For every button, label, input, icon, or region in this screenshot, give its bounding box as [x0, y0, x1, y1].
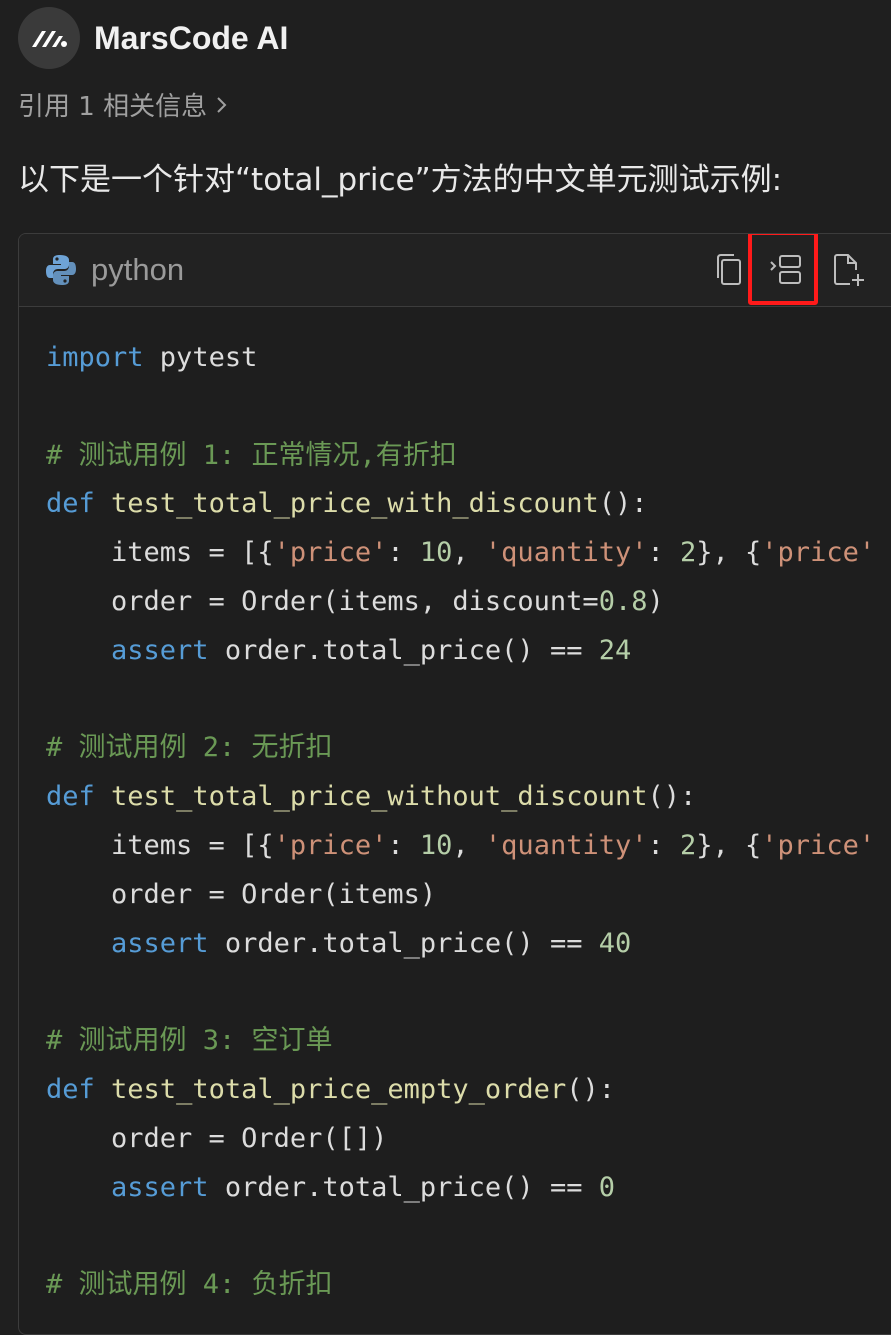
code-token: # 测试用例 1: 正常情况,有折扣: [46, 439, 457, 471]
code-token: items = [{: [46, 537, 274, 569]
code-line: items = [{'price': 10, 'quantity': 2}, {…: [46, 822, 875, 871]
code-token: ():: [598, 488, 648, 520]
code-token: :: [647, 829, 680, 861]
code-token: ():: [566, 1073, 615, 1105]
code-line: order = Order([]): [46, 1115, 875, 1164]
code-line: assert order.total_price() == 0: [46, 1164, 875, 1213]
code-content: import pytest # 测试用例 1: 正常情况,有折扣 def test_…: [46, 334, 875, 1310]
references-label: 引用 1 相关信息: [18, 92, 208, 122]
code-block: python import pytest # 测试用例 1: 正常情况,有折扣 de…: [18, 233, 891, 1335]
code-token: order = Order(items, discount=: [46, 585, 599, 617]
new-file-icon[interactable]: [829, 250, 869, 290]
code-token: test_total_price_without_discount: [111, 781, 648, 813]
code-line: order = Order(items, discount=0.8): [46, 578, 875, 627]
code-line: # 测试用例 4: 负折扣: [46, 1261, 875, 1310]
code-token: 2: [680, 829, 697, 861]
code-token: ():: [647, 781, 697, 813]
code-line: def test_total_price_without_discount():: [46, 773, 875, 822]
code-token: # 测试用例 4: 负折扣: [46, 1269, 333, 1301]
code-token: 0: [598, 1171, 615, 1203]
python-logo-icon: [43, 252, 79, 288]
code-token: ): [647, 585, 664, 617]
code-token: }, {: [696, 829, 762, 861]
marscode-logo-icon: [18, 7, 80, 69]
code-line: assert order.total_price() == 24: [46, 627, 875, 676]
code-token: 'price': [273, 829, 388, 861]
code-token: test_total_price_empty_order: [111, 1073, 567, 1105]
chevron-right-icon: [215, 94, 229, 116]
code-token: }, {: [696, 537, 762, 569]
code-line: # 测试用例 2: 无折扣: [46, 724, 875, 773]
code-token: :: [647, 537, 680, 569]
code-block-header: python: [19, 234, 891, 307]
intro-text: 以下是一个针对“total_price”方法的中文单元测试示例:: [18, 162, 783, 198]
code-line: def test_total_price_with_discount():: [46, 480, 875, 529]
code-token: ,: [452, 829, 485, 861]
insert-into-editor-icon[interactable]: [767, 250, 807, 290]
code-token: 0.8: [598, 585, 648, 617]
code-token: test_total_price_with_discount: [111, 488, 599, 520]
code-token: import: [46, 342, 144, 373]
code-line: import pytest: [46, 334, 875, 383]
code-token: # 测试用例 3: 空订单: [46, 1025, 333, 1057]
code-token: def: [46, 781, 95, 813]
code-token: order.total_price() ==: [208, 1171, 599, 1203]
code-language-label: python: [91, 252, 185, 287]
code-token: :: [387, 829, 420, 861]
code-line: def test_total_price_empty_order():: [46, 1066, 875, 1115]
code-token: pytest: [143, 342, 258, 373]
code-token: def: [46, 488, 95, 520]
assistant-name: MarsCode AI: [94, 19, 289, 56]
code-line: # 测试用例 1: 正常情况,有折扣: [46, 432, 875, 481]
code-token: order.total_price() ==: [208, 927, 599, 959]
code-token: assert: [111, 634, 209, 666]
code-token: order.total_price() ==: [208, 634, 599, 666]
references-toggle[interactable]: 引用 1 相关信息: [18, 86, 229, 123]
code-token: assert: [111, 927, 209, 959]
code-token: 24: [598, 634, 632, 666]
code-token: 'price': [273, 537, 388, 569]
code-token: 2: [680, 537, 697, 569]
code-token: ,: [452, 537, 485, 569]
code-token: 40: [598, 927, 632, 959]
code-token: def: [46, 1073, 95, 1105]
code-token: order = Order(items): [46, 878, 437, 910]
code-token: 'quantity': [484, 829, 648, 861]
code-token: # 测试用例 2: 无折扣: [46, 732, 333, 764]
code-token: items = [{: [46, 829, 274, 861]
code-token: 'price': [761, 829, 876, 861]
copy-icon[interactable]: [709, 250, 749, 290]
code-line: assert order.total_price() == 40: [46, 920, 875, 969]
code-token: :: [387, 537, 420, 569]
code-token: assert: [111, 1171, 209, 1203]
chat-header: MarsCode AI: [18, 6, 288, 70]
code-token: 10: [419, 537, 453, 569]
code-token: order = Order([]): [46, 1122, 388, 1154]
code-token: 10: [419, 829, 453, 861]
code-line: order = Order(items): [46, 871, 875, 920]
code-line: items = [{'price': 10, 'quantity': 2}, {…: [46, 529, 875, 578]
code-token: 'price': [761, 537, 876, 569]
code-line: # 测试用例 3: 空订单: [46, 1017, 875, 1066]
code-token: 'quantity': [484, 537, 648, 569]
